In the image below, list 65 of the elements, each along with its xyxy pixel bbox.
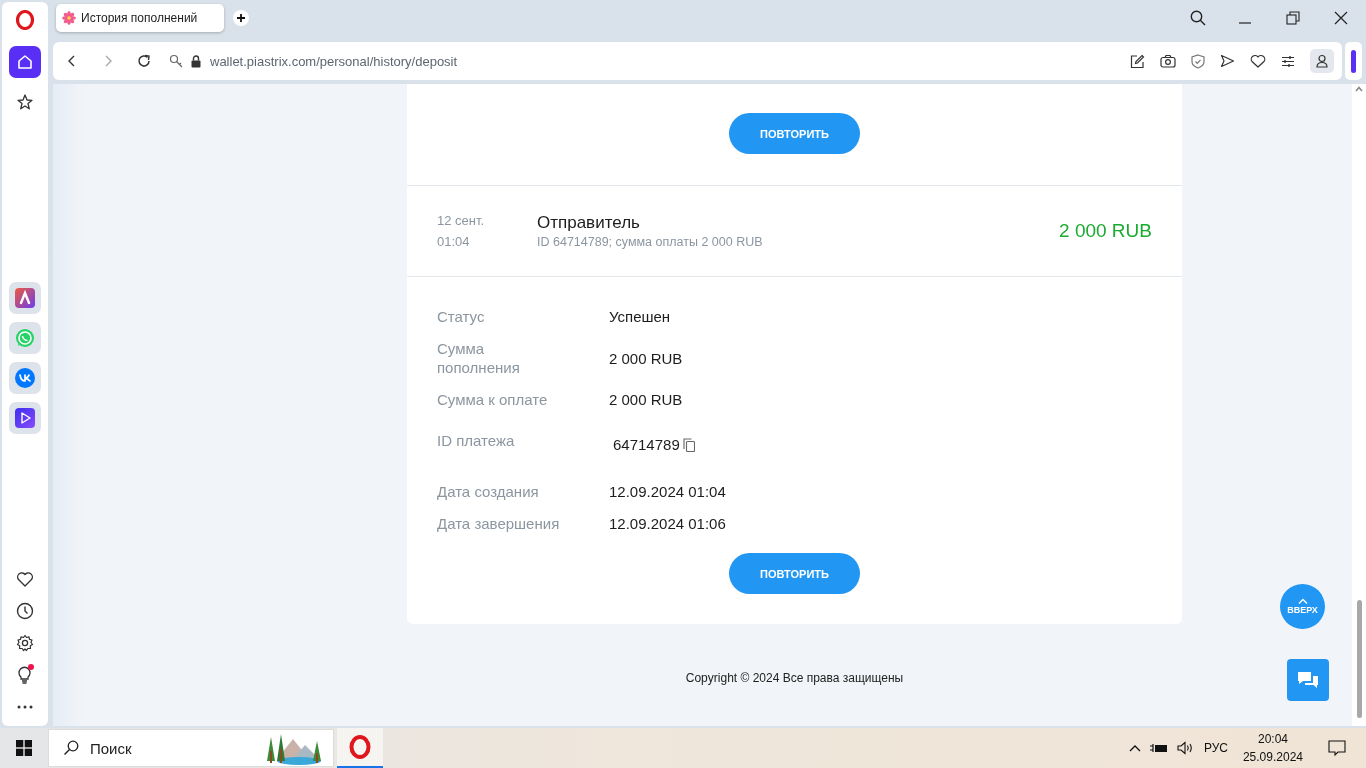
speaker-icon[interactable] [1176, 741, 1195, 755]
detail-label: ID платежа [437, 431, 516, 451]
detail-label: Сумма к оплате [437, 390, 549, 409]
sliders-icon[interactable] [1281, 54, 1295, 68]
reload-icon[interactable] [137, 54, 151, 68]
home-icon[interactable] [16, 53, 34, 71]
heart-icon[interactable] [1250, 54, 1266, 68]
restore-icon[interactable] [1286, 11, 1300, 25]
detail-value: 12.09.2024 01:04 [609, 482, 726, 501]
lock-icon [191, 54, 201, 68]
new-tab-icon[interactable] [236, 13, 246, 23]
copy-icon[interactable] [682, 437, 695, 452]
language-indicator[interactable]: РУС [1203, 741, 1228, 755]
detail-label: Дата завершения [437, 514, 561, 533]
aria-app-icon[interactable] [15, 288, 35, 308]
scrollbar-thumb[interactable] [1357, 600, 1362, 718]
camera-icon[interactable] [1160, 54, 1176, 68]
detail-label: Дата создания [437, 482, 540, 501]
detail-value: 12.09.2024 01:06 [609, 514, 726, 533]
sidebar-toggle[interactable] [1351, 49, 1356, 73]
battery-icon[interactable] [1149, 742, 1168, 754]
detail-value: 2 000 RUB [609, 348, 683, 368]
chevron-up-icon [1297, 598, 1308, 604]
more-icon[interactable] [16, 704, 34, 710]
lightbulb-icon[interactable] [16, 665, 34, 685]
entry-date: 12 сент. [437, 212, 486, 230]
chat-button[interactable] [1287, 659, 1329, 701]
chevron-up-icon[interactable] [1128, 744, 1141, 752]
home-button[interactable] [9, 46, 41, 78]
profile-button[interactable] [1310, 49, 1334, 73]
copyright-text: Copyright © 2024 Все права защищены [684, 671, 905, 685]
vk-app-icon[interactable] [15, 368, 35, 388]
search-icon[interactable] [1190, 10, 1206, 26]
flower-icon [62, 11, 76, 25]
star-icon[interactable] [16, 93, 34, 111]
taskbar-search-field[interactable]: Поиск [48, 729, 334, 767]
player-app-icon[interactable] [15, 408, 35, 428]
clock[interactable]: 20:04 25.09.2024 [1242, 730, 1303, 766]
entry-subtitle: ID 64714789; сумма оплаты 2 000 RUB [537, 234, 764, 250]
edit-icon[interactable] [1130, 53, 1145, 69]
detail-label: Статус [437, 307, 486, 326]
person-icon [1316, 54, 1328, 68]
scroll-up-icon[interactable] [1355, 86, 1363, 92]
detail-value: 2 000 RUB [609, 390, 683, 409]
detail-label: Сумма пополнения [437, 339, 521, 377]
notifications-icon[interactable] [1328, 739, 1346, 757]
browser-tab[interactable]: История пополнений [56, 4, 224, 32]
detail-value: Успешен [609, 307, 671, 326]
chat-bubbles-icon [1296, 670, 1320, 690]
shield-icon[interactable] [1191, 53, 1205, 69]
entry-time: 01:04 [437, 233, 471, 251]
key-icon[interactable] [169, 54, 185, 68]
entry-title[interactable]: Отправитель [537, 212, 1060, 234]
detail-value: 64714789 [613, 435, 680, 454]
windows-icon[interactable] [16, 740, 32, 756]
close-icon[interactable] [1334, 11, 1348, 25]
opera-logo-icon[interactable] [16, 10, 34, 30]
send-icon[interactable] [1220, 54, 1235, 68]
search-icon [63, 740, 79, 756]
clock-icon[interactable] [16, 602, 34, 620]
entry-amount: 2 000 RUB [1059, 220, 1152, 242]
settings-icon[interactable] [16, 634, 34, 652]
heart-icon[interactable] [16, 571, 34, 587]
opera-logo-icon[interactable] [349, 735, 371, 759]
url-text[interactable]: wallet.piastrix.com/personal/history/deposit [210, 53, 458, 69]
